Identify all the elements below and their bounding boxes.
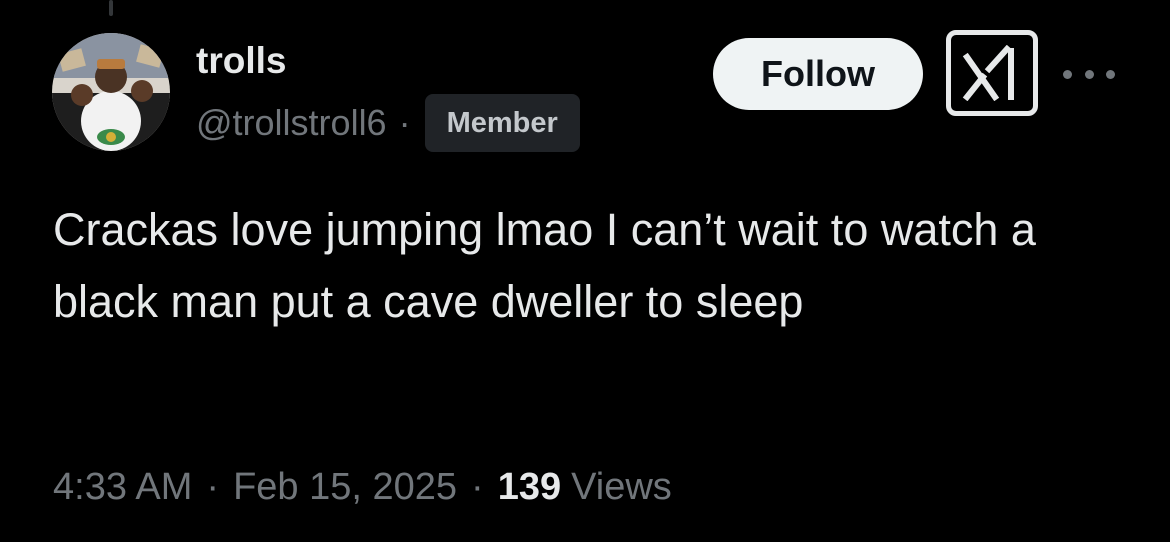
views-label: Views [571, 465, 672, 508]
tweet-meta: 4:33 AM · Feb 15, 2025 · 139 Views [53, 462, 672, 512]
dot-1 [1063, 69, 1072, 79]
dot-3 [1106, 69, 1115, 79]
tweet-date[interactable]: Feb 15, 2025 [233, 466, 457, 509]
follow-button[interactable]: Follow [713, 38, 923, 110]
more-dots-icon[interactable] [1063, 60, 1115, 88]
meta-separator: · [471, 465, 484, 508]
avatar[interactable] [52, 33, 170, 151]
thread-connector-line [109, 0, 113, 16]
user-handle[interactable]: @trollstroll6 [196, 102, 387, 144]
dot-2 [1084, 69, 1094, 79]
display-name[interactable]: trolls [196, 38, 286, 84]
grok-button[interactable] [946, 30, 1038, 116]
handle-row: @trollstroll6 · Member [196, 94, 580, 152]
separator-dot: · [398, 102, 411, 143]
views-count: 139 [497, 465, 562, 508]
meta-separator: · [206, 465, 220, 508]
tweet-text: Crackas love jumping lmao I can’t wait t… [53, 204, 1036, 327]
member-badge[interactable]: Member [424, 94, 580, 152]
tweet-time[interactable]: 4:33 AM [53, 466, 192, 509]
xai-logo-icon [962, 45, 1014, 101]
